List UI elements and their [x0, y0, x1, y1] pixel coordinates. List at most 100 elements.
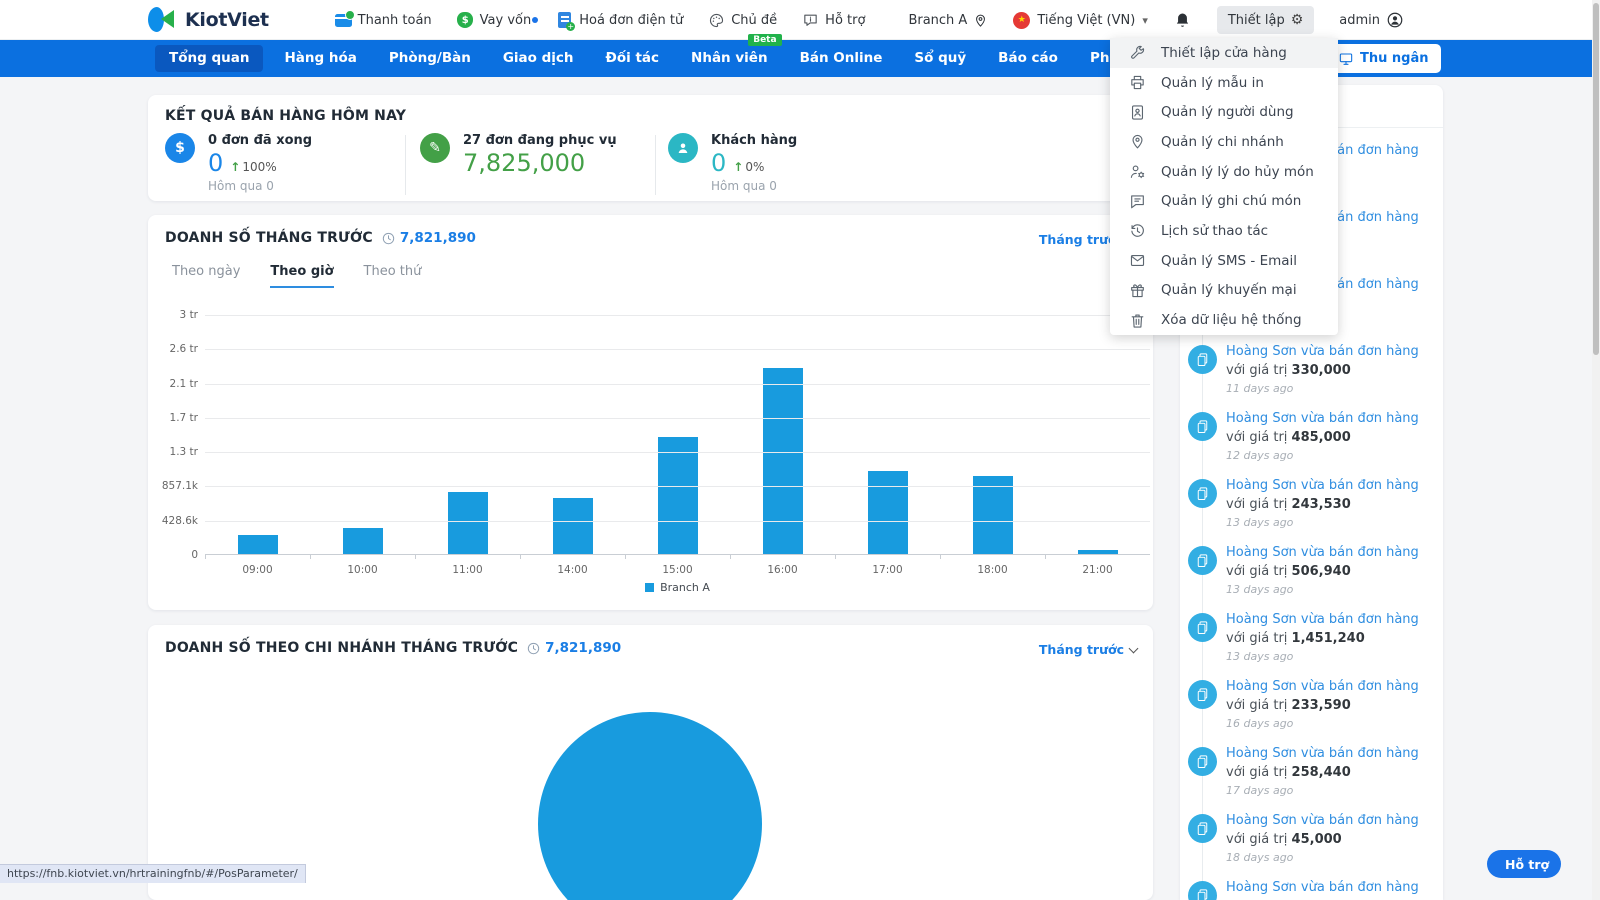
activity-item[interactable]: Hoàng Sơn vừa bán đơn hàngvới giá trị 33… — [1180, 344, 1443, 411]
nav-item[interactable]: Sổ quỹ — [898, 40, 982, 77]
settings-menu-item[interactable]: Quản lý mẫu in — [1110, 68, 1338, 98]
x-axis-tick-label: 11:00 — [416, 564, 520, 576]
x-axis-tick-label: 18:00 — [941, 564, 1045, 576]
settings-dropdown-menu: Thiết lập cửa hàngQuản lý mẫu in Quản lý … — [1110, 38, 1338, 335]
chevron-down-icon — [1129, 643, 1139, 653]
y-axis-tick-label: 1.7 tr — [154, 412, 198, 424]
loan-icon: $ — [457, 12, 474, 29]
activity-item[interactable]: Hoàng Sơn vừa bán đơn hàng — [1180, 880, 1443, 900]
activity-item[interactable]: Hoàng Sơn vừa bán đơn hàngvới giá trị 25… — [1180, 746, 1443, 813]
chart-legend[interactable]: Branch A — [205, 581, 1150, 594]
bar-14:00[interactable] — [553, 498, 593, 554]
bell-icon — [1173, 11, 1192, 30]
settings-menu-item[interactable]: Quản lý ghi chú món — [1110, 186, 1338, 216]
activity-title: Hoàng Sơn vừa bán đơn hàng — [1226, 478, 1435, 494]
settings-menu-item-label: Quản lý người dùng — [1161, 104, 1294, 120]
notifications-button[interactable] — [1173, 11, 1192, 30]
divider — [655, 135, 656, 195]
bar-17:00[interactable] — [868, 471, 908, 554]
bar-21:00[interactable] — [1078, 550, 1118, 554]
activity-item[interactable]: Hoàng Sơn vừa bán đơn hàngvới giá trị 1,… — [1180, 612, 1443, 679]
activity-item[interactable]: Hoàng Sơn vừa bán đơn hàngvới giá trị 23… — [1180, 679, 1443, 746]
kiotviet-logo[interactable]: KiotViet — [148, 6, 269, 33]
nav-item[interactable]: Nhân viên — [675, 40, 784, 77]
activity-item[interactable]: Hoàng Sơn vừa bán đơn hàngvới giá trị 45… — [1180, 813, 1443, 880]
branch-selector[interactable]: Branch A — [908, 13, 988, 28]
x-axis-tick-label: 10:00 — [311, 564, 415, 576]
tab[interactable]: Theo giờ — [270, 264, 333, 288]
nav-item[interactable]: Bán Online — [784, 40, 899, 77]
sales-chart-card: DOANH SỐ THÁNG TRƯỚC 7,821,890 Tháng trư… — [148, 215, 1153, 610]
bar-15:00[interactable] — [658, 437, 698, 554]
user-icon — [1386, 11, 1404, 29]
menu-item-label: Thanh toán — [358, 13, 432, 28]
scrollbar-thumb[interactable] — [1593, 3, 1599, 355]
y-axis-tick-label: 857.1k — [154, 480, 198, 492]
wrench-icon — [1129, 44, 1146, 61]
menu-item-payment[interactable]: Thanh toán — [335, 12, 432, 29]
settings-menu-item[interactable]: Xóa dữ liệu hệ thống — [1110, 305, 1338, 335]
user-menu[interactable]: admin — [1339, 11, 1404, 29]
branch-period-selector[interactable]: Tháng trước — [1039, 642, 1137, 657]
activity-title: Hoàng Sơn vừa bán đơn hàng — [1226, 344, 1435, 360]
x-axis-tick — [205, 555, 206, 559]
receipt-icon — [1188, 747, 1217, 776]
nav-item[interactable]: Đối tác — [590, 40, 675, 77]
menu-item-invoice[interactable]: +Hoá đơn điện tử — [556, 12, 683, 29]
activity-item[interactable]: Hoàng Sơn vừa bán đơn hàngvới giá trị 50… — [1180, 545, 1443, 612]
settings-menu-item[interactable]: Quản lý chi nhánh — [1110, 127, 1338, 157]
tab[interactable]: Theo thứ — [364, 264, 422, 288]
receipt-icon — [1188, 613, 1217, 642]
activity-item[interactable]: Hoàng Sơn vừa bán đơn hàngvới giá trị 48… — [1180, 411, 1443, 478]
settings-button[interactable]: Thiết lập ⚙ — [1217, 6, 1314, 34]
activity-time: 13 days ago — [1226, 516, 1435, 529]
bar-11:00[interactable] — [448, 492, 488, 554]
up-arrow-icon: ↑ — [733, 160, 743, 174]
menu-item-label: Hỗ trợ — [825, 13, 865, 28]
branch-label: Branch A — [908, 13, 967, 28]
x-axis-tick-label: 16:00 — [731, 564, 835, 576]
header-menu: Thanh toán $Vay vốn +Hoá đơn điện tử Chủ đề… — [335, 0, 1404, 40]
settings-menu-item[interactable]: Quản lý SMS - Email — [1110, 246, 1338, 276]
menu-item-loan[interactable]: $Vay vốn — [457, 12, 532, 29]
settings-menu-item[interactable]: Lịch sử thao tác — [1110, 216, 1338, 246]
settings-menu-item[interactable]: Quản lý khuyến mại — [1110, 276, 1338, 306]
nav-item[interactable]: Hàng hóa — [268, 40, 372, 77]
gridline — [205, 521, 1150, 522]
x-axis-tick — [1045, 555, 1046, 559]
menu-item-support[interactable]: Hỗ trợ — [802, 12, 865, 29]
bar-09:00[interactable] — [238, 535, 278, 554]
bar-16:00[interactable] — [763, 368, 803, 554]
pencil-icon: ✎ — [420, 133, 450, 163]
x-axis-tick — [835, 555, 836, 559]
receipt-icon — [1188, 881, 1217, 900]
receipt-icon — [1188, 345, 1217, 374]
page-scrollbar[interactable] — [1592, 0, 1600, 900]
activity-time: 18 days ago — [1226, 851, 1435, 864]
cashier-label: Thu ngân — [1360, 51, 1429, 66]
bar-10:00[interactable] — [343, 528, 383, 554]
menu-item-theme[interactable]: Chủ đềBeta — [708, 12, 777, 29]
nav-item[interactable]: Báo cáo — [982, 40, 1074, 77]
bar-18:00[interactable] — [973, 476, 1013, 554]
tab[interactable]: Theo ngày — [172, 264, 240, 288]
metric: Khách hàng0↑0%Hôm qua 0 — [668, 133, 797, 193]
support-chat-button[interactable]: Hỗ trợ — [1487, 850, 1561, 878]
settings-menu-item[interactable]: Quản lý người dùng — [1110, 97, 1338, 127]
cashier-button[interactable]: Thu ngân — [1326, 44, 1441, 73]
branch-pie-chart[interactable] — [538, 712, 762, 900]
nav-item[interactable]: Giao dịch — [487, 40, 590, 77]
language-selector[interactable]: ★ Tiếng Việt (VN) ▾ — [1013, 12, 1148, 29]
activity-time: 13 days ago — [1226, 650, 1435, 663]
nav-item[interactable]: Phòng/Bàn — [373, 40, 487, 77]
user-gear-icon — [1129, 163, 1146, 180]
metric-yesterday: Hôm qua 0 — [208, 179, 312, 193]
activity-item[interactable]: Hoàng Sơn vừa bán đơn hàngvới giá trị 24… — [1180, 478, 1443, 545]
metric-value: 0 — [711, 149, 726, 177]
settings-menu-item-label: Quản lý SMS - Email — [1161, 253, 1297, 269]
settings-menu-item[interactable]: Quản lý lý do hủy món — [1110, 157, 1338, 187]
nav-item[interactable]: Tổng quan — [155, 45, 263, 72]
settings-menu-item[interactable]: Thiết lập cửa hàng — [1110, 38, 1338, 68]
kiotviet-logo-icon — [148, 6, 178, 33]
logo-text: KiotViet — [185, 9, 269, 31]
